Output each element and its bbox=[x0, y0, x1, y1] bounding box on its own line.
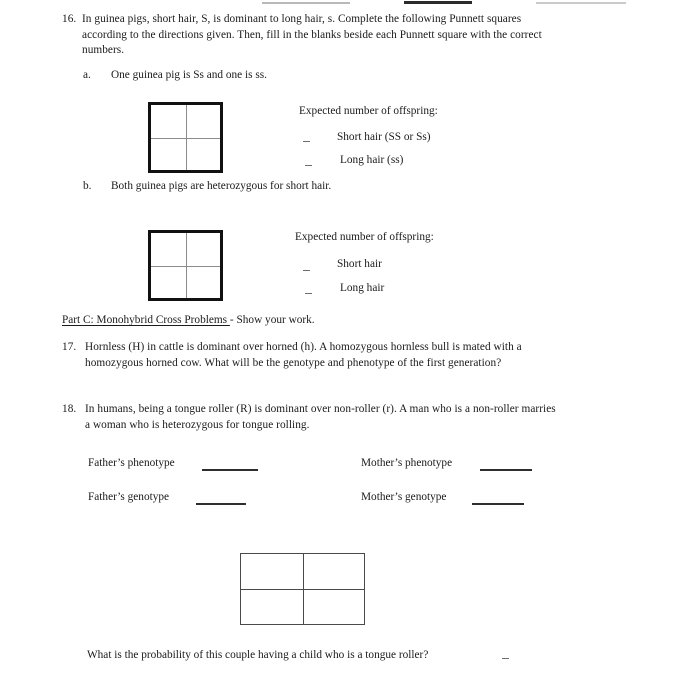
punnett-square-16b[interactable] bbox=[148, 230, 223, 301]
punnett-horizontal-divider bbox=[241, 589, 364, 590]
blank-16a-short-hair[interactable] bbox=[303, 141, 310, 142]
mother-phenotype-input[interactable] bbox=[480, 469, 532, 471]
blank-16b-short-hair[interactable] bbox=[303, 270, 310, 271]
question-16-line-2: according to the directions given. Then,… bbox=[82, 28, 542, 41]
question-16a-text: One guinea pig is Ss and one is ss. bbox=[111, 69, 267, 81]
partial-blank-line-3 bbox=[536, 2, 626, 4]
mother-phenotype-label: Mother’s phenotype bbox=[361, 457, 453, 469]
question-16b-letter: b. bbox=[83, 180, 92, 192]
label-16a-short-hair: Short hair (SS or Ss) bbox=[337, 131, 431, 143]
blank-16b-long-hair[interactable] bbox=[305, 293, 312, 294]
question-16-number: 16. bbox=[62, 13, 77, 25]
blank-16a-long-hair[interactable] bbox=[305, 165, 312, 166]
final-answer-blank[interactable] bbox=[502, 658, 509, 659]
partial-blank-line-2 bbox=[404, 1, 472, 4]
expected-offspring-heading-16a: Expected number of offspring: bbox=[299, 105, 438, 117]
mother-genotype-label: Mother’s genotype bbox=[361, 491, 447, 503]
question-17-line-2: homozygous horned cow. What will be the … bbox=[85, 356, 502, 369]
mother-genotype-input[interactable] bbox=[472, 503, 524, 505]
question-16b-text: Both guinea pigs are heterozygous for sh… bbox=[111, 180, 332, 192]
punnett-horizontal-divider bbox=[151, 265, 220, 267]
part-c-heading: Part C: Monohybrid Cross Problems - Show… bbox=[62, 313, 315, 329]
question-18-line-2: a woman who is heterozygous for tongue r… bbox=[85, 418, 310, 431]
question-16-line-1: In guinea pigs, short hair, S, is domina… bbox=[82, 13, 522, 25]
father-genotype-input[interactable] bbox=[196, 503, 246, 505]
question-17-number: 17. bbox=[62, 341, 77, 353]
punnett-horizontal-divider bbox=[151, 137, 220, 139]
punnett-square-16a[interactable] bbox=[148, 102, 223, 173]
father-genotype-label: Father’s genotype bbox=[88, 491, 170, 503]
father-phenotype-label: Father’s phenotype bbox=[88, 457, 175, 469]
question-16-line-3: numbers. bbox=[82, 44, 125, 56]
question-18-number: 18. bbox=[62, 403, 77, 415]
worksheet-page: 16. In guinea pigs, short hair, S, is do… bbox=[0, 0, 700, 680]
label-16b-short-hair: Short hair bbox=[337, 258, 382, 270]
part-c-suffix: - Show your work. bbox=[229, 314, 315, 326]
question-18-final-question: What is the probability of this couple h… bbox=[87, 649, 429, 661]
father-phenotype-input[interactable] bbox=[202, 469, 258, 471]
part-c-title: Part C: Monohybrid Cross Problems bbox=[62, 314, 230, 326]
label-16b-long-hair: Long hair bbox=[340, 282, 385, 294]
punnett-square-18[interactable] bbox=[240, 553, 365, 625]
question-16a-letter: a. bbox=[83, 69, 91, 81]
question-18-line-1: In humans, being a tongue roller (R) is … bbox=[85, 403, 556, 415]
expected-offspring-heading-16b: Expected number of offspring: bbox=[295, 231, 434, 243]
partial-blank-line-1 bbox=[262, 2, 350, 4]
question-17-line-1: Hornless (H) in cattle is dominant over … bbox=[85, 341, 522, 353]
label-16a-long-hair: Long hair (ss) bbox=[340, 154, 404, 166]
